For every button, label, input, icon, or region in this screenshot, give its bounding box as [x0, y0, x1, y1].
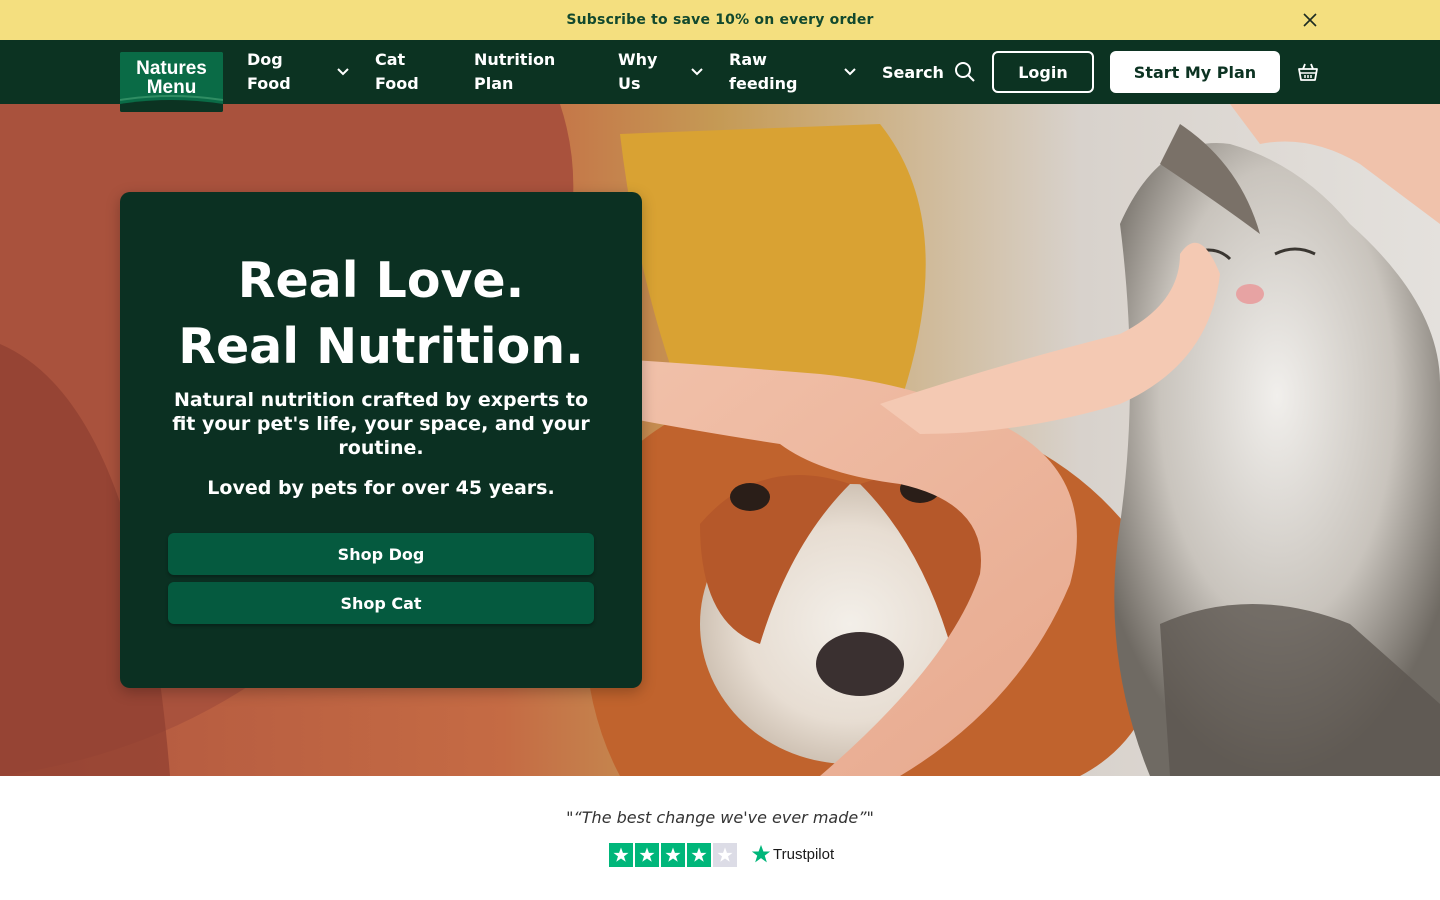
- chevron-down-icon: [337, 68, 349, 76]
- trustpilot-widget[interactable]: Trustpilot: [751, 844, 834, 864]
- close-icon[interactable]: [1300, 10, 1320, 30]
- logo-text-line1: Natures: [136, 58, 207, 79]
- trustpilot-rating: [609, 843, 737, 867]
- login-button[interactable]: Login: [992, 51, 1094, 93]
- hero-tagline: Loved by pets for over 45 years.: [207, 477, 555, 499]
- promo-text: Subscribe to save 10% on every order: [566, 12, 874, 28]
- nav-dog-food-label: Dog Food: [247, 50, 291, 93]
- search-label: Search: [882, 62, 944, 82]
- shop-dog-button[interactable]: Shop Dog: [168, 533, 594, 575]
- hero-title-line2: Real Nutrition.: [178, 318, 584, 375]
- trustpilot-star-icon: [751, 844, 771, 863]
- rating-star-icon: [687, 843, 711, 867]
- rating-star-icon: [713, 843, 737, 867]
- start-my-plan-button[interactable]: Start My Plan: [1110, 51, 1280, 93]
- nav-why-us-label: Why Us: [618, 50, 658, 93]
- rating-star-icon: [661, 843, 685, 867]
- review-quote: "“The best change we've ever made”": [566, 808, 874, 827]
- trustpilot-label: Trustpilot: [773, 845, 835, 863]
- hero-section: Real Love. Real Nutrition. Natural nutri…: [0, 104, 1440, 776]
- nav-cat-food[interactable]: Cat Food: [375, 40, 445, 104]
- chevron-down-icon: [844, 68, 856, 76]
- search-button[interactable]: Search: [882, 40, 976, 104]
- logo-text-line2: Menu: [146, 77, 197, 98]
- search-icon: [954, 62, 975, 82]
- hero-title-line1: Real Love.: [237, 252, 525, 309]
- site-header: Natures Menu Dog Food Cat Food Nutrition…: [0, 40, 1440, 112]
- hero-title: Real Love. Real Nutrition.: [120, 248, 642, 380]
- nav-cat-food-label: Cat Food: [375, 50, 419, 93]
- basket-icon[interactable]: [1296, 60, 1320, 84]
- rating-star-icon: [635, 843, 659, 867]
- review-section: "“The best change we've ever made”" Trus…: [0, 776, 1440, 900]
- shop-cat-button[interactable]: Shop Cat: [168, 582, 594, 624]
- chevron-down-icon: [691, 68, 703, 76]
- hero-card: Real Love. Real Nutrition. Natural nutri…: [120, 192, 642, 688]
- rating-star-icon: [609, 843, 633, 867]
- nav-raw-feeding-label: Raw feeding: [729, 50, 798, 93]
- nav-raw-feeding[interactable]: Raw feeding: [729, 40, 861, 104]
- natures-menu-logo[interactable]: Natures Menu: [120, 52, 223, 112]
- nav-dog-food[interactable]: Dog Food: [247, 40, 355, 104]
- nav-why-us[interactable]: Why Us: [618, 40, 710, 104]
- promo-banner: Subscribe to save 10% on every order: [0, 0, 1440, 40]
- hero-subtitle: Natural nutrition crafted by experts to …: [172, 389, 590, 459]
- nav-nutrition-plan-label: Nutrition Plan: [474, 50, 556, 93]
- nav-nutrition-plan[interactable]: Nutrition Plan: [474, 40, 584, 104]
